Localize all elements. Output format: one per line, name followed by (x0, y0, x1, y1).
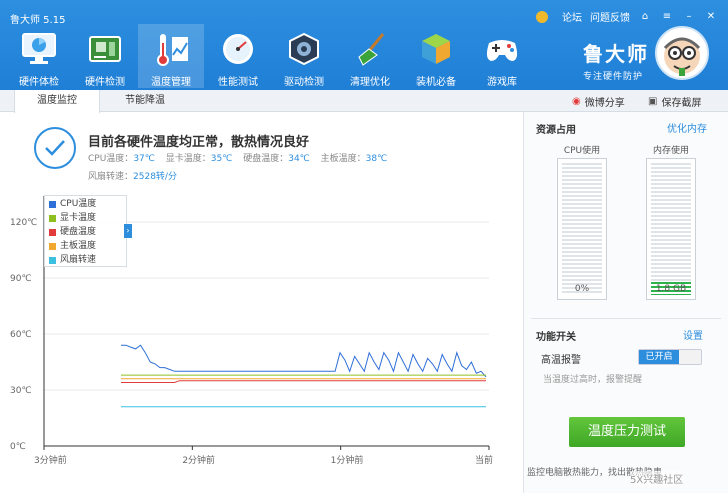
legend-swatch (49, 242, 56, 250)
legend-item[interactable]: 硬盘温度 (49, 225, 126, 239)
cpu-temp: 37℃ (133, 154, 155, 164)
board-temp: 38℃ (365, 154, 388, 164)
nav-hardware-detect[interactable]: 硬件检测 (72, 24, 138, 88)
temperature-readings: CPU温度：37℃ 显卡温度：35℃ 硬盘温度：34℃ 主板温度：38℃ (88, 154, 388, 164)
legend-label: 硬盘温度 (60, 227, 97, 237)
cpu-usage-value: 0% (574, 284, 590, 294)
legend-label: CPU温度 (60, 199, 97, 209)
stress-test-button[interactable]: 温度压力测试 (569, 417, 685, 447)
title-bar: 鲁大师 5.15 论坛 问题反馈 ⌂ ≡ – ✕ 硬件体检 硬件检测 温度管理 … (0, 0, 728, 90)
toggle-on-state: 已开启 (639, 350, 679, 364)
high-temp-alarm-toggle[interactable]: 已开启 (638, 349, 702, 365)
nav-install[interactable]: 装机必备 (403, 24, 469, 88)
function-switch-title: 功能开关 (536, 332, 576, 343)
minimize-icon[interactable]: – (682, 11, 696, 22)
series-line (121, 344, 487, 378)
watermark: 5X兴趣社区 (630, 471, 684, 486)
weibo-share-button[interactable]: ◉ 微博分享 (572, 94, 625, 109)
nav-hardware-checkup[interactable]: 硬件体检 (6, 24, 72, 88)
brand-slogan: 专注硬件防护 (583, 72, 644, 82)
legend-item[interactable]: CPU温度 (49, 197, 126, 211)
nav-games[interactable]: 游戏库 (469, 24, 535, 88)
legend-swatch (49, 200, 56, 208)
weibo-icon: ◉ (572, 96, 581, 107)
x-tick-label: 当前 (475, 454, 493, 466)
legend-item[interactable]: 风扇转速 (49, 253, 126, 267)
mascot-avatar[interactable] (655, 26, 709, 80)
memory-usage-gauge: 内存使用 1.8 GB (646, 143, 696, 300)
gear-chip-icon (283, 28, 325, 70)
nav-performance[interactable]: 性能测试 (205, 24, 271, 88)
monitor-icon (18, 28, 60, 70)
high-temp-alarm-label: 高温报警 (541, 355, 581, 366)
gpu-temp: 35℃ (210, 154, 233, 164)
footer-hint: 监控电脑散热能力，找出散热隐患 (527, 468, 663, 478)
cpu-usage-gauge: CPU使用 0% (557, 143, 607, 300)
nav-temperature[interactable]: 温度管理 (138, 24, 204, 88)
medal-icon[interactable] (536, 10, 548, 23)
fan-speed-line: 风扇转速：2528转/分 (88, 172, 177, 182)
save-screenshot-button[interactable]: ▣ 保存截屏 (648, 94, 701, 109)
legend-label: 显卡温度 (60, 213, 97, 223)
tab-energy-cooling[interactable]: 节能降温 (102, 90, 188, 112)
status-title: 目前各硬件温度均正常，散热情况良好 (88, 135, 310, 150)
x-tick-label: 3分钟前 (34, 454, 67, 466)
series-line (121, 380, 486, 383)
legend-swatch (49, 214, 56, 222)
menu-icon[interactable]: ≡ (660, 11, 674, 22)
fan-speed: 2528转/分 (133, 172, 177, 182)
skin-icon[interactable]: ⌂ (638, 11, 652, 22)
camera-icon: ▣ (648, 96, 658, 107)
legend-label: 风扇转速 (60, 255, 97, 265)
y-tick-label: 120℃ (10, 218, 37, 228)
disk-temp: 34℃ (288, 154, 310, 164)
legend-swatch (49, 228, 56, 236)
nav-driver[interactable]: 驱动检测 (271, 24, 337, 88)
title-links: 论坛 问题反馈 ⌂ ≡ – ✕ (536, 9, 726, 24)
memory-usage-value: 1.8 GB (655, 284, 687, 294)
forum-link[interactable]: 论坛 (562, 9, 582, 24)
speedometer-icon (217, 28, 259, 70)
optimize-memory-link[interactable]: 优化内存 (667, 120, 707, 135)
circuit-board-icon (84, 28, 126, 70)
broom-icon (349, 28, 391, 70)
feedback-link[interactable]: 问题反馈 (590, 9, 630, 24)
thermometer-icon (150, 28, 192, 70)
legend-swatch (49, 256, 56, 264)
legend-item[interactable]: 主板温度 (49, 239, 126, 253)
legend-item[interactable]: 显卡温度 (49, 211, 126, 225)
y-tick-label: 0℃ (10, 442, 26, 452)
nav-clean[interactable]: 清理优化 (337, 24, 403, 88)
tab-bar: 温度监控 节能降温 ◉ 微博分享 ▣ 保存截屏 (0, 90, 728, 113)
legend-label: 主板温度 (60, 241, 97, 251)
y-tick-label: 60℃ (10, 330, 32, 340)
chart-legend[interactable]: CPU温度显卡温度硬盘温度主板温度风扇转速 › (44, 195, 132, 267)
resource-title: 资源占用 (536, 125, 576, 136)
brand: 鲁大师 专注硬件防护 (583, 38, 649, 82)
check-icon (34, 127, 76, 169)
x-tick-label: 1分钟前 (331, 454, 364, 466)
tab-temperature-monitor[interactable]: 温度监控 (14, 90, 100, 113)
alarm-hint: 当温度过高时，报警提醒 (543, 375, 643, 385)
y-tick-label: 30℃ (10, 386, 32, 396)
y-tick-label: 90℃ (10, 274, 32, 284)
x-tick-label: 2分钟前 (182, 454, 215, 466)
gamepad-icon (481, 28, 523, 70)
cube-icon (415, 28, 457, 70)
divider (531, 318, 721, 319)
legend-collapse-icon[interactable]: › (124, 224, 132, 238)
brand-name: 鲁大师 (583, 42, 649, 66)
close-icon[interactable]: ✕ (704, 11, 718, 22)
app-window: 鲁大师 5.15 论坛 问题反馈 ⌂ ≡ – ✕ 硬件体检 硬件检测 温度管理 … (0, 0, 728, 493)
settings-link[interactable]: 设置 (683, 327, 703, 342)
